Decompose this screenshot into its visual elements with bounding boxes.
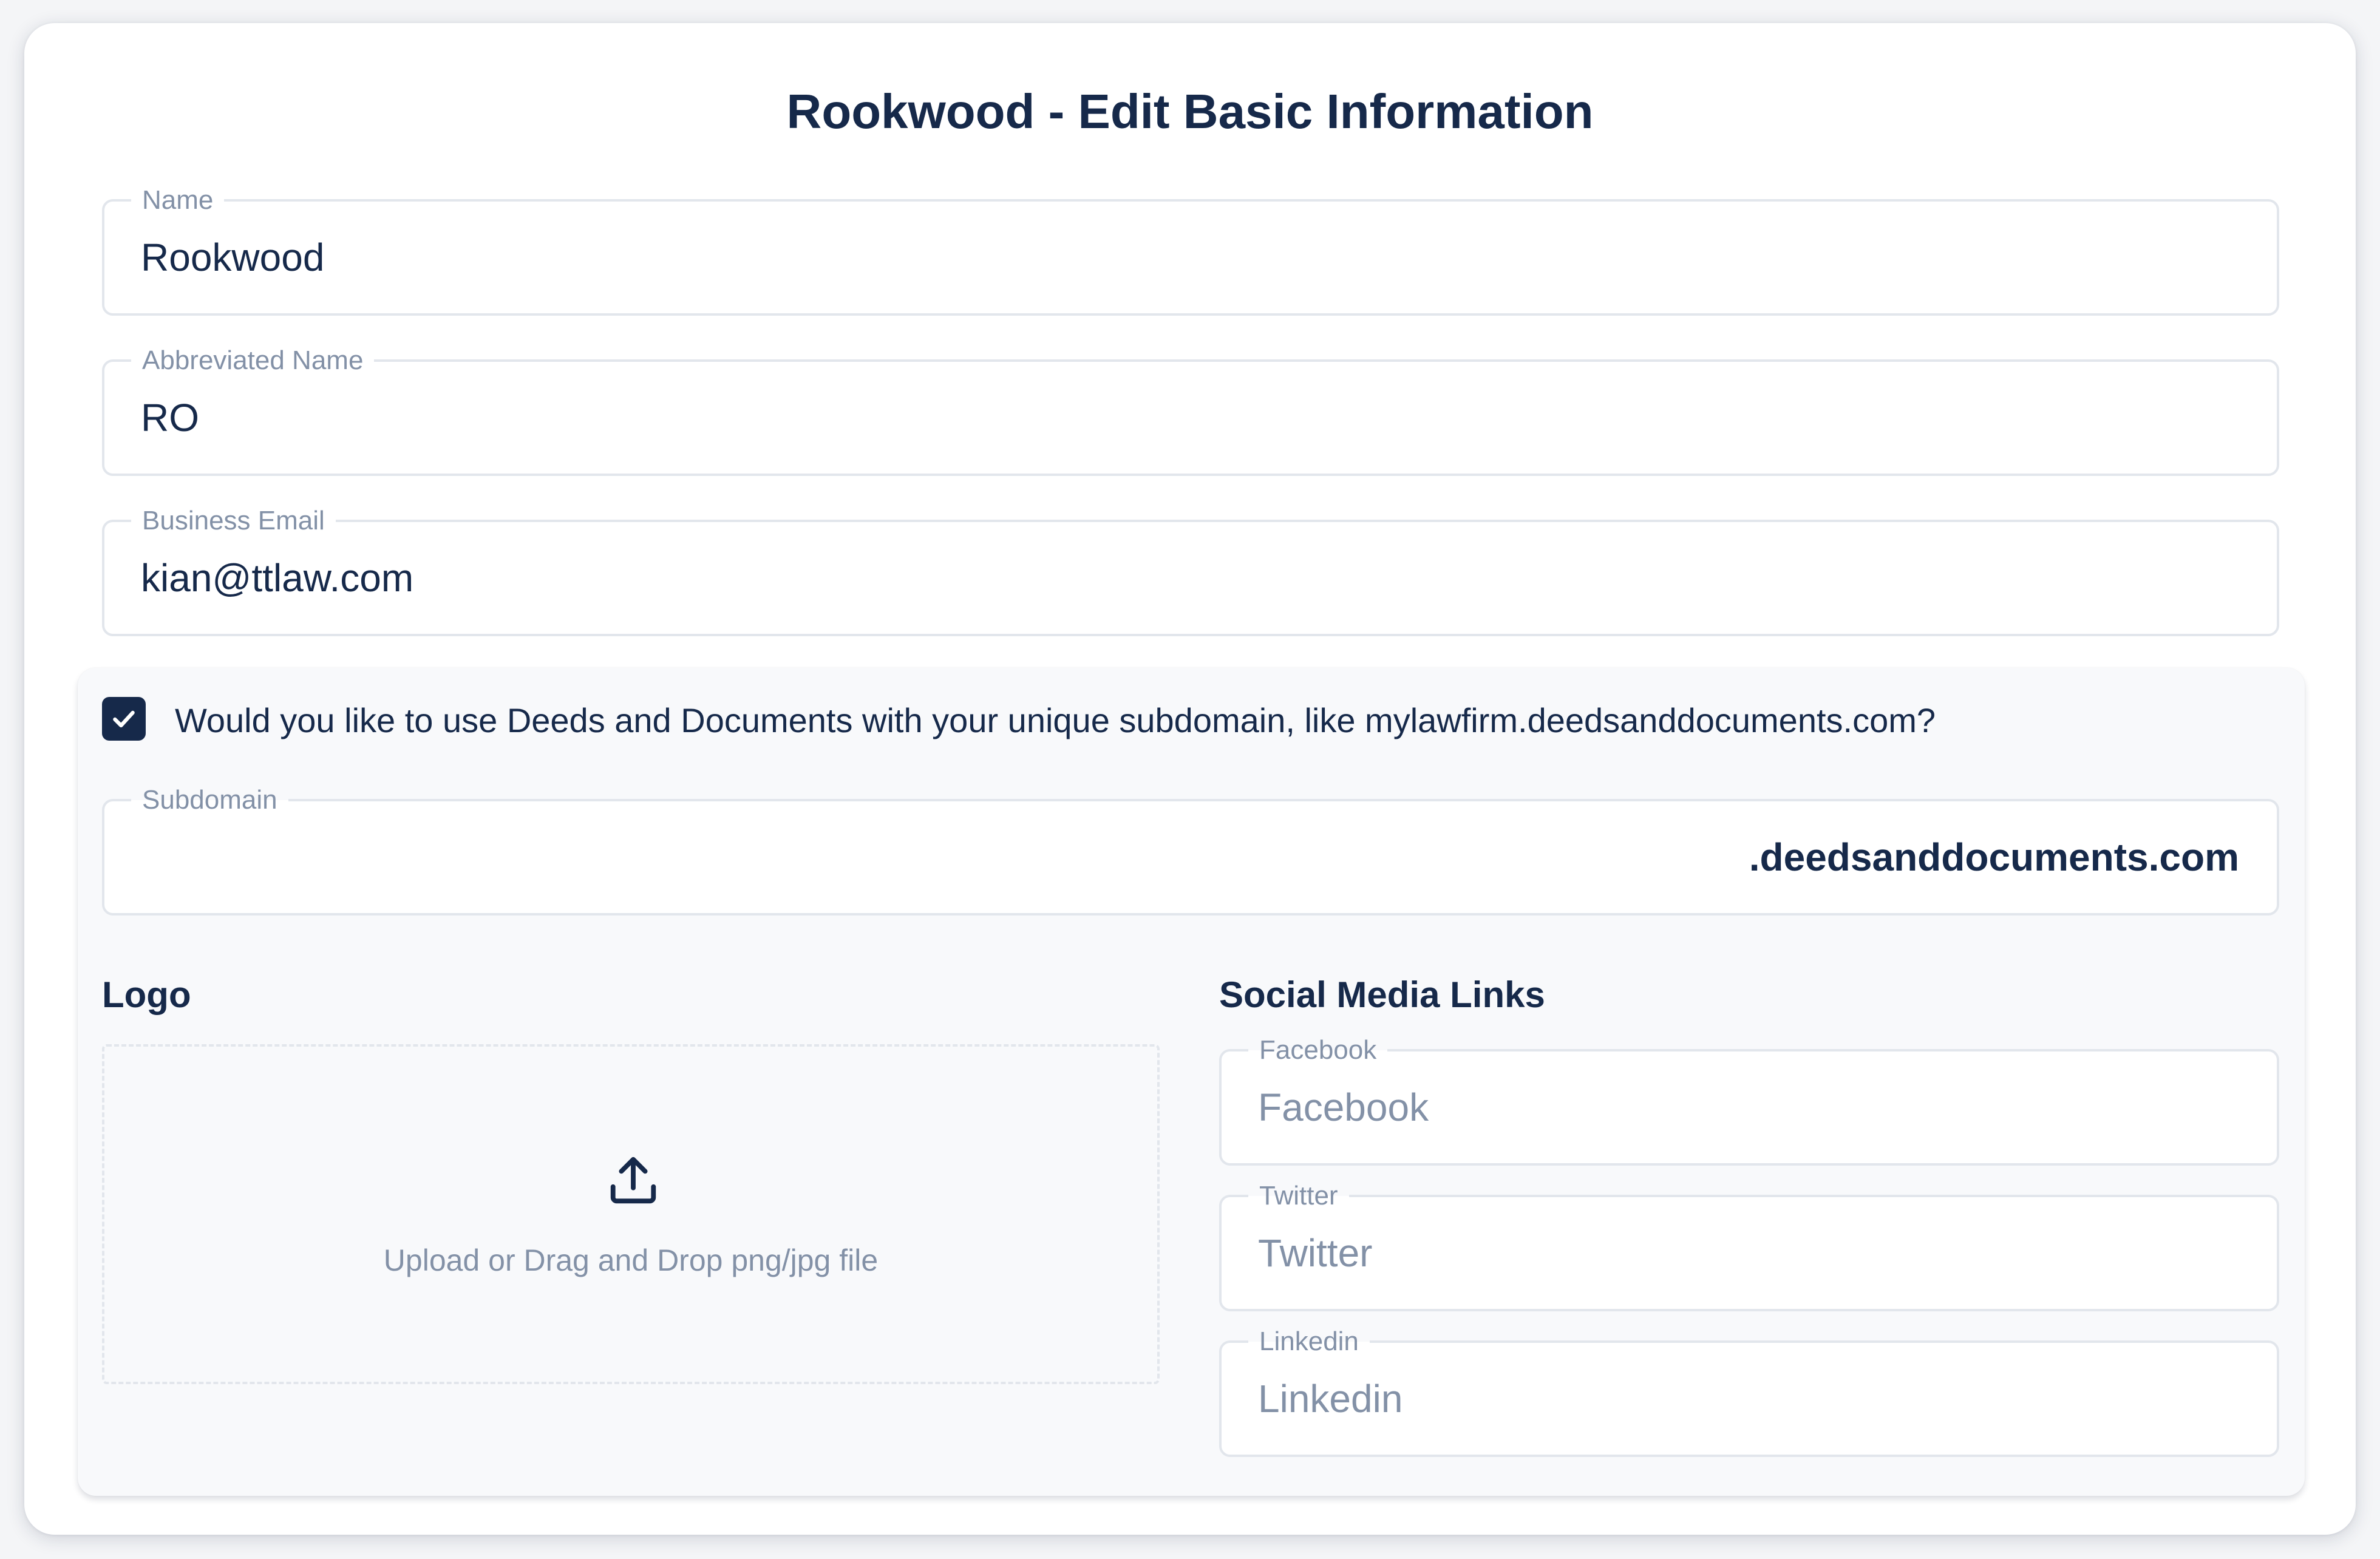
name-field[interactable]: Name bbox=[102, 185, 2279, 316]
business-email-input[interactable] bbox=[141, 554, 2240, 602]
facebook-label: Facebook bbox=[1248, 1034, 1388, 1066]
twitter-field[interactable]: Twitter bbox=[1219, 1180, 2279, 1311]
subdomain-section: Would you like to use Deeds and Document… bbox=[78, 668, 2305, 1496]
facebook-input[interactable] bbox=[1258, 1083, 2240, 1132]
twitter-input[interactable] bbox=[1258, 1229, 2240, 1277]
logo-heading: Logo bbox=[102, 974, 191, 1015]
facebook-field[interactable]: Facebook bbox=[1219, 1034, 2279, 1166]
checkmark-icon bbox=[113, 710, 135, 728]
subdomain-checkbox[interactable] bbox=[102, 697, 146, 741]
abbreviated-name-field[interactable]: Abbreviated Name bbox=[102, 345, 2279, 476]
linkedin-label: Linkedin bbox=[1248, 1326, 1370, 1357]
upload-text: Upload or Drag and Drop png/jpg file bbox=[383, 1243, 879, 1277]
linkedin-field[interactable]: Linkedin bbox=[1219, 1326, 2279, 1457]
abbreviated-name-label: Abbreviated Name bbox=[131, 345, 375, 376]
subdomain-checkbox-label: Would you like to use Deeds and Document… bbox=[175, 701, 1936, 739]
page-title: Rookwood - Edit Basic Information bbox=[786, 84, 1594, 138]
subdomain-input[interactable] bbox=[141, 833, 1779, 881]
social-media-heading: Social Media Links bbox=[1219, 974, 1545, 1015]
business-email-label: Business Email bbox=[131, 505, 336, 537]
upload-icon bbox=[610, 1157, 656, 1204]
logo-dropzone[interactable]: Upload or Drag and Drop png/jpg file bbox=[102, 1044, 1160, 1384]
abbreviated-name-input[interactable] bbox=[141, 393, 2240, 442]
twitter-label: Twitter bbox=[1248, 1180, 1349, 1212]
subdomain-suffix: .deedsanddocuments.com bbox=[1749, 835, 2239, 879]
linkedin-input[interactable] bbox=[1258, 1374, 2240, 1423]
subdomain-field[interactable]: Subdomain .deedsanddocuments.com bbox=[102, 784, 2279, 915]
subdomain-label: Subdomain bbox=[131, 784, 288, 816]
name-label: Name bbox=[131, 185, 225, 216]
name-input[interactable] bbox=[141, 233, 2240, 282]
business-email-field[interactable]: Business Email bbox=[102, 505, 2279, 636]
